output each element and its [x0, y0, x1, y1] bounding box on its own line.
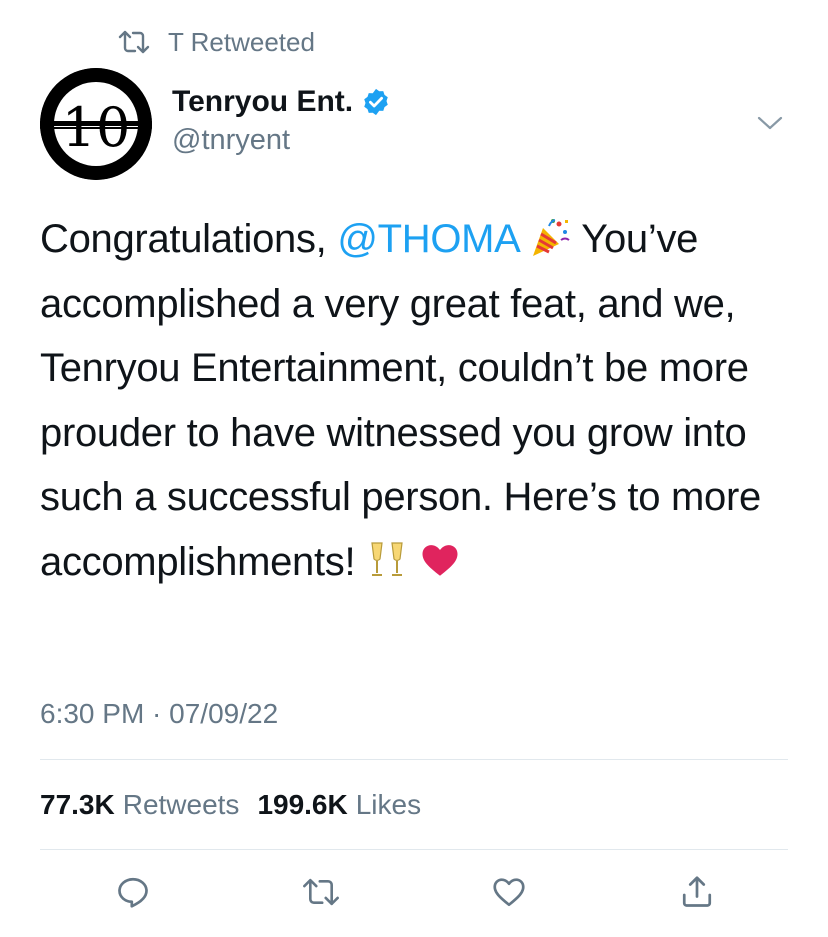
share-icon: [682, 876, 712, 907]
retweet-icon: [118, 28, 150, 56]
likes-label[interactable]: Likes: [356, 789, 421, 821]
avatar-small-text: TENRYOU ENT: [76, 121, 116, 127]
tweet-header: 10 TENRYOU ENT Tenryou Ent. @tnryent: [40, 68, 790, 180]
party-popper-icon: [529, 213, 571, 256]
chevron-down-icon: [757, 116, 783, 130]
avatar[interactable]: 10 TENRYOU ENT: [40, 68, 152, 180]
like-button[interactable]: [481, 864, 537, 920]
tenryou-logo: 10 TENRYOU ENT: [40, 68, 152, 180]
divider: [40, 849, 788, 850]
tweet-actions: [40, 864, 788, 920]
display-name[interactable]: Tenryou Ent.: [172, 85, 353, 119]
likes-count[interactable]: 199.6K: [257, 789, 347, 821]
author-info[interactable]: Tenryou Ent. @tnryent: [172, 84, 391, 157]
divider: [40, 759, 788, 760]
verified-badge-icon: [361, 87, 391, 117]
tweet-timestamp[interactable]: 6:30 PM · 07/09/22: [40, 698, 278, 730]
retweet-context-label: T Retweeted: [168, 26, 315, 57]
share-button[interactable]: [669, 864, 725, 920]
retweets-label[interactable]: Retweets: [123, 789, 240, 821]
author-handle[interactable]: @tnryent: [172, 124, 391, 157]
tweet-stats: 77.3K Retweets 199.6K Likes: [40, 787, 439, 823]
like-icon: [493, 878, 525, 907]
tweet-text-part2: You’ve accomplished a very great feat, a…: [40, 217, 761, 584]
retweet-context[interactable]: T Retweeted: [118, 27, 315, 57]
retweets-count[interactable]: 77.3K: [40, 789, 115, 821]
tweet-text-part1: Congratulations,: [40, 217, 338, 261]
tweet-text: Congratulations, @THOMA You’ve accomplis…: [40, 207, 800, 594]
more-options-button[interactable]: [750, 108, 790, 138]
reply-button[interactable]: [105, 864, 161, 920]
retweet-icon: [303, 878, 339, 906]
clinking-glasses-icon: [366, 536, 408, 578]
red-heart-icon: [419, 536, 461, 578]
reply-icon: [118, 877, 148, 908]
avatar-logo-text: 10: [62, 96, 131, 159]
mention-link[interactable]: @THOMA: [337, 217, 518, 261]
retweet-button[interactable]: [293, 864, 349, 920]
